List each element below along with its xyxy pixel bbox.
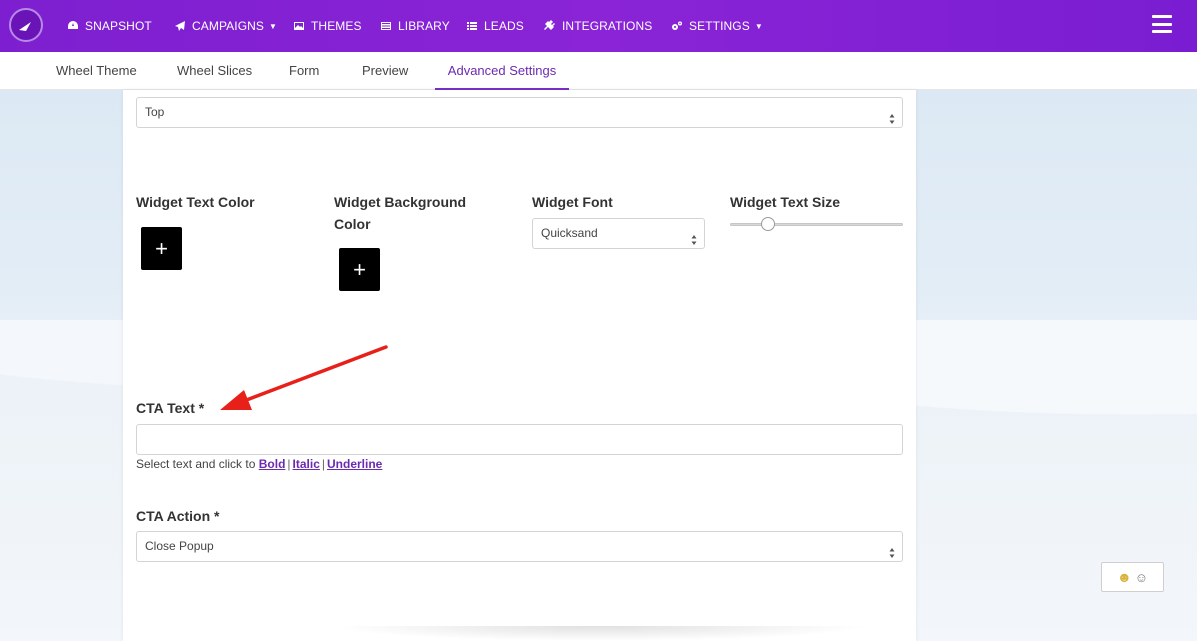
select-arrows-icon [889, 107, 895, 124]
italic-link[interactable]: Italic [293, 457, 320, 471]
plus-icon: + [353, 256, 366, 282]
nav-settings-label: SETTINGS [689, 19, 750, 33]
plus-icon: + [155, 235, 168, 261]
nav-integrations-label: INTEGRATIONS [562, 19, 653, 33]
nav-integrations[interactable]: INTEGRATIONS [544, 0, 652, 52]
underline-link[interactable]: Underline [327, 457, 382, 471]
list-icon [466, 20, 478, 32]
tab-advanced-settings[interactable]: Advanced Settings [435, 52, 569, 90]
select-arrows-icon [691, 228, 697, 245]
feedback-widget[interactable]: ☻ ☺ [1101, 562, 1164, 592]
cta-text-input[interactable] [136, 424, 903, 455]
add-emoji-icon: ☻ [1116, 569, 1132, 585]
cta-action-value: Close Popup [145, 539, 214, 553]
bold-link[interactable]: Bold [259, 457, 286, 471]
settings-tabs: Wheel Theme Wheel Slices Form Preview Ad… [0, 52, 1197, 90]
tab-preview[interactable]: Preview [362, 52, 408, 90]
settings-card: Top Widget Text Color + Widget Backgroun… [123, 90, 916, 641]
nav-library[interactable]: LIBRARY [380, 0, 450, 52]
nav-leads-label: LEADS [484, 19, 524, 33]
cogs-icon [671, 20, 683, 32]
nav-settings[interactable]: SETTINGS ▼ [671, 0, 763, 52]
tab-wheel-slices[interactable]: Wheel Slices [177, 52, 252, 90]
plug-icon [544, 20, 556, 32]
widget-text-color-label: Widget Text Color [136, 194, 255, 210]
chevron-down-icon: ▼ [269, 21, 278, 31]
widget-text-size-label: Widget Text Size [730, 194, 841, 210]
nav-library-label: LIBRARY [398, 19, 450, 33]
nav-themes[interactable]: THEMES [293, 0, 362, 52]
widget-position-value: Top [145, 105, 165, 119]
formatting-helper: Select text and click to Bold | Italic | Und… [136, 457, 382, 471]
list-alt-icon [380, 20, 392, 32]
tab-form[interactable]: Form [289, 52, 319, 90]
select-arrows-icon [889, 541, 895, 558]
helper-text: Select text and click to [136, 457, 256, 471]
paper-plane-icon [174, 20, 186, 32]
widget-bg-color-label: Widget Background Color [334, 194, 467, 232]
nav-snapshot-label: SNAPSHOT [85, 19, 152, 33]
nav-campaigns-label: CAMPAIGNS [192, 19, 265, 33]
widget-font-select[interactable]: Quicksand [532, 218, 705, 249]
top-navbar: SNAPSHOT CAMPAIGNS ▼ THEMES LIBRARY LEAD… [0, 0, 1197, 52]
cta-action-label: CTA Action * [136, 508, 220, 524]
widget-text-color-picker[interactable]: + [141, 227, 182, 270]
chevron-down-icon: ▼ [754, 21, 763, 31]
nav-snapshot[interactable]: SNAPSHOT [67, 0, 152, 52]
nav-themes-label: THEMES [311, 19, 362, 33]
separator: | [287, 457, 291, 471]
separator: | [321, 457, 326, 471]
image-icon [293, 20, 305, 32]
widget-bg-color-picker[interactable]: + [339, 248, 380, 291]
nav-campaigns[interactable]: CAMPAIGNS ▼ [174, 0, 277, 52]
app-logo[interactable] [9, 8, 43, 42]
wheel-logo-icon [19, 22, 31, 31]
slider-thumb[interactable] [761, 217, 776, 231]
tab-wheel-theme[interactable]: Wheel Theme [56, 52, 137, 90]
menu-icon[interactable] [1152, 15, 1172, 33]
dashboard-icon [67, 20, 79, 32]
nav-leads[interactable]: LEADS [466, 0, 524, 52]
widget-position-select[interactable]: Top [136, 97, 903, 128]
widget-font-label: Widget Font [532, 194, 613, 210]
cta-text-label: CTA Text * [136, 400, 205, 416]
cta-action-select[interactable]: Close Popup [136, 531, 903, 562]
widget-font-value: Quicksand [541, 226, 598, 240]
widget-text-size-slider[interactable] [730, 223, 903, 226]
bottom-shadow [330, 626, 870, 641]
smiley-icon: ☺ [1134, 569, 1148, 585]
